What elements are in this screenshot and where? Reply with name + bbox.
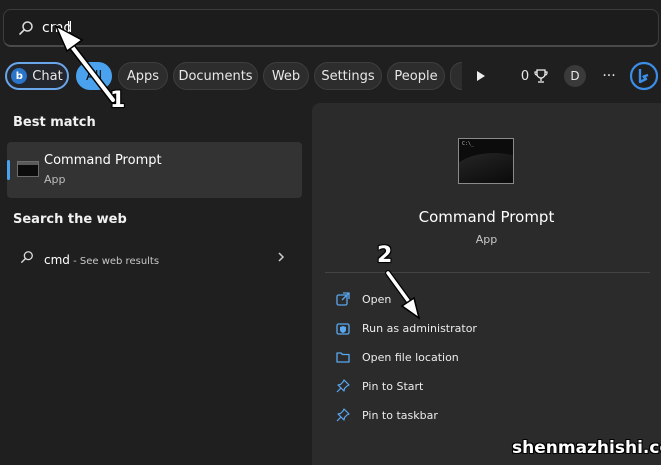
arrow-2 (385, 270, 421, 320)
step-2-label: 2 (377, 243, 393, 268)
annotation-arrows (54, 24, 421, 320)
watermark: shenmazhishi.com (512, 438, 661, 458)
step-1-label: 1 (110, 88, 126, 113)
arrow-1 (54, 24, 117, 104)
